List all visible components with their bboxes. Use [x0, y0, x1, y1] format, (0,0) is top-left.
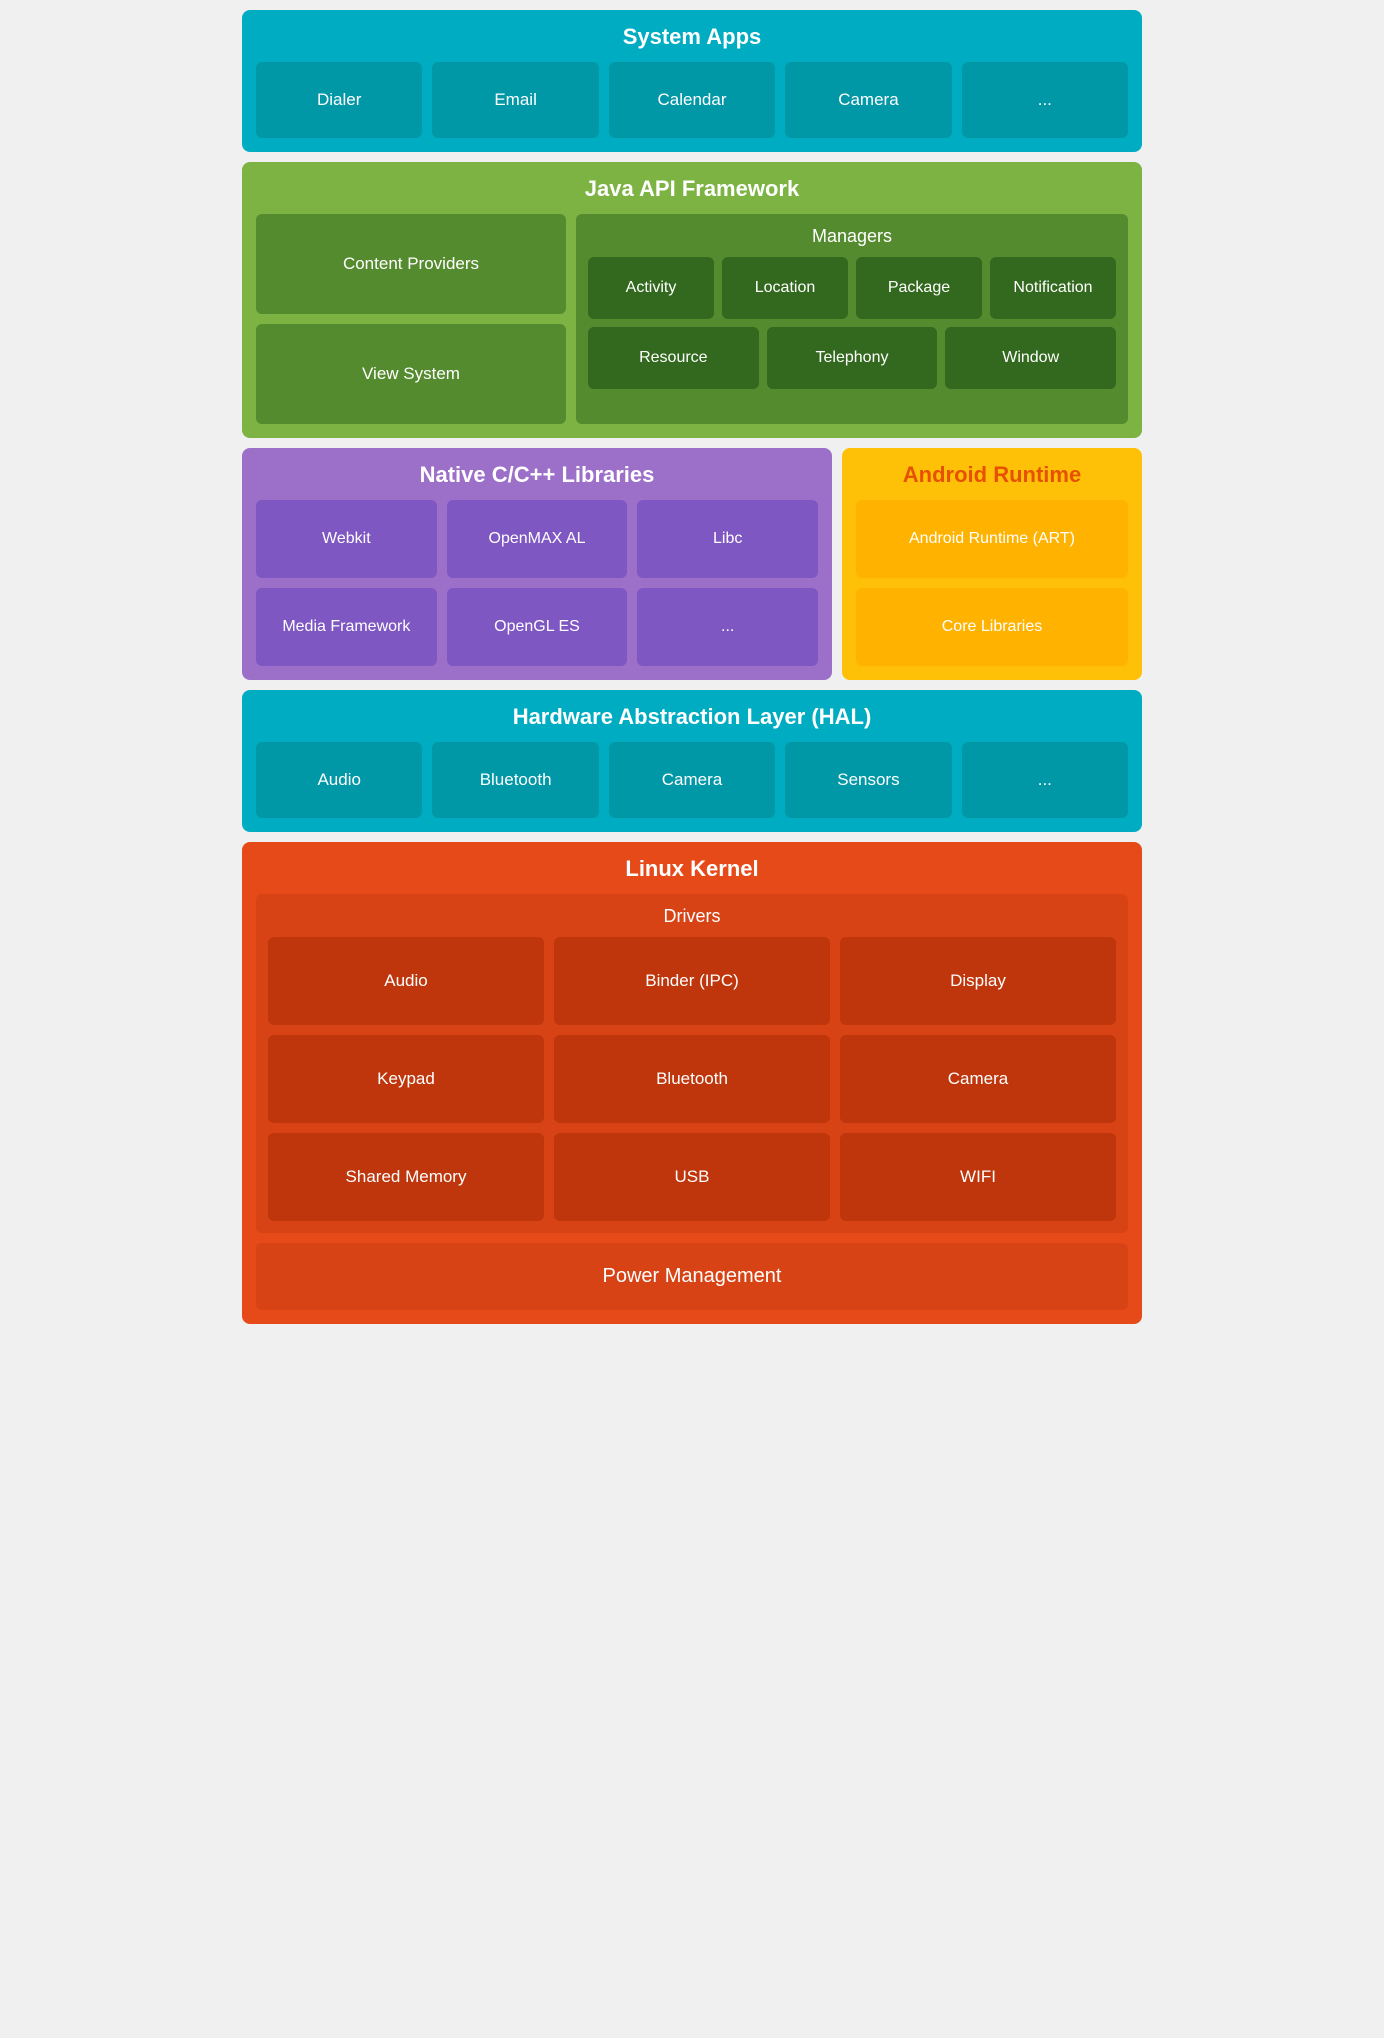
driver-shared-memory: Shared Memory: [268, 1133, 544, 1221]
managers-title: Managers: [588, 226, 1116, 247]
manager-package: Package: [856, 257, 982, 319]
power-management: Power Management: [256, 1243, 1128, 1310]
drivers-row-3: Shared Memory USB WIFI: [268, 1133, 1116, 1221]
managers-grid: Activity Location Package Notification R…: [588, 257, 1116, 389]
java-api-left: Content Providers View System: [256, 214, 566, 424]
java-api-title: Java API Framework: [256, 176, 1128, 202]
system-apps-row: Dialer Email Calendar Camera ...: [256, 62, 1128, 138]
native-libs-title: Native C/C++ Libraries: [256, 462, 818, 488]
hal-items: Audio Bluetooth Camera Sensors ...: [256, 742, 1128, 818]
native-row-1: Webkit OpenMAX AL Libc: [256, 500, 818, 578]
driver-wifi: WIFI: [840, 1133, 1116, 1221]
hal-sensors: Sensors: [785, 742, 951, 818]
driver-binder: Binder (IPC): [554, 937, 830, 1025]
runtime-art: Android Runtime (ART): [856, 500, 1128, 578]
managers-section: Managers Activity Location Package Notif…: [576, 214, 1128, 424]
drivers-row-1: Audio Binder (IPC) Display: [268, 937, 1116, 1025]
hal-bluetooth: Bluetooth: [432, 742, 598, 818]
hal-audio: Audio: [256, 742, 422, 818]
view-system: View System: [256, 324, 566, 424]
linux-kernel-layer: Linux Kernel Drivers Audio Binder (IPC) …: [242, 842, 1142, 1324]
drivers-grid: Audio Binder (IPC) Display Keypad Blueto…: [268, 937, 1116, 1221]
runtime-core-libs: Core Libraries: [856, 588, 1128, 666]
native-grid: Webkit OpenMAX AL Libc Media Framework O…: [256, 500, 818, 666]
content-providers: Content Providers: [256, 214, 566, 314]
manager-notification: Notification: [990, 257, 1116, 319]
java-api-layer: Java API Framework Content Providers Vie…: [242, 162, 1142, 438]
native-libc: Libc: [637, 500, 818, 578]
system-apps-layer: System Apps Dialer Email Calendar Camera…: [242, 10, 1142, 152]
java-api-inner: Content Providers View System Managers A…: [256, 214, 1128, 424]
driver-audio: Audio: [268, 937, 544, 1025]
linux-kernel-title: Linux Kernel: [256, 856, 1128, 882]
hal-more: ...: [962, 742, 1128, 818]
app-more: ...: [962, 62, 1128, 138]
manager-window: Window: [945, 327, 1116, 389]
native-row-2: Media Framework OpenGL ES ...: [256, 588, 818, 666]
android-runtime-title: Android Runtime: [856, 462, 1128, 488]
managers-row-1: Activity Location Package Notification: [588, 257, 1116, 319]
hal-camera: Camera: [609, 742, 775, 818]
drivers-title: Drivers: [268, 906, 1116, 927]
driver-bluetooth: Bluetooth: [554, 1035, 830, 1123]
native-media: Media Framework: [256, 588, 437, 666]
driver-usb: USB: [554, 1133, 830, 1221]
manager-location: Location: [722, 257, 848, 319]
native-webkit: Webkit: [256, 500, 437, 578]
manager-activity: Activity: [588, 257, 714, 319]
native-more: ...: [637, 588, 818, 666]
manager-resource: Resource: [588, 327, 759, 389]
driver-camera: Camera: [840, 1035, 1116, 1123]
native-runtime-row: Native C/C++ Libraries Webkit OpenMAX AL…: [242, 448, 1142, 680]
android-runtime-layer: Android Runtime Android Runtime (ART) Co…: [842, 448, 1142, 680]
runtime-items: Android Runtime (ART) Core Libraries: [856, 500, 1128, 666]
native-opengl: OpenGL ES: [447, 588, 628, 666]
driver-keypad: Keypad: [268, 1035, 544, 1123]
manager-telephony: Telephony: [767, 327, 938, 389]
native-openmax: OpenMAX AL: [447, 500, 628, 578]
android-architecture-diagram: System Apps Dialer Email Calendar Camera…: [242, 10, 1142, 1324]
app-dialer: Dialer: [256, 62, 422, 138]
driver-display: Display: [840, 937, 1116, 1025]
hal-layer: Hardware Abstraction Layer (HAL) Audio B…: [242, 690, 1142, 832]
managers-row-2: Resource Telephony Window: [588, 327, 1116, 389]
hal-title: Hardware Abstraction Layer (HAL): [256, 704, 1128, 730]
app-camera: Camera: [785, 62, 951, 138]
app-email: Email: [432, 62, 598, 138]
drivers-section: Drivers Audio Binder (IPC) Display Keypa…: [256, 894, 1128, 1233]
native-libs-layer: Native C/C++ Libraries Webkit OpenMAX AL…: [242, 448, 832, 680]
drivers-row-2: Keypad Bluetooth Camera: [268, 1035, 1116, 1123]
app-calendar: Calendar: [609, 62, 775, 138]
system-apps-title: System Apps: [256, 24, 1128, 50]
